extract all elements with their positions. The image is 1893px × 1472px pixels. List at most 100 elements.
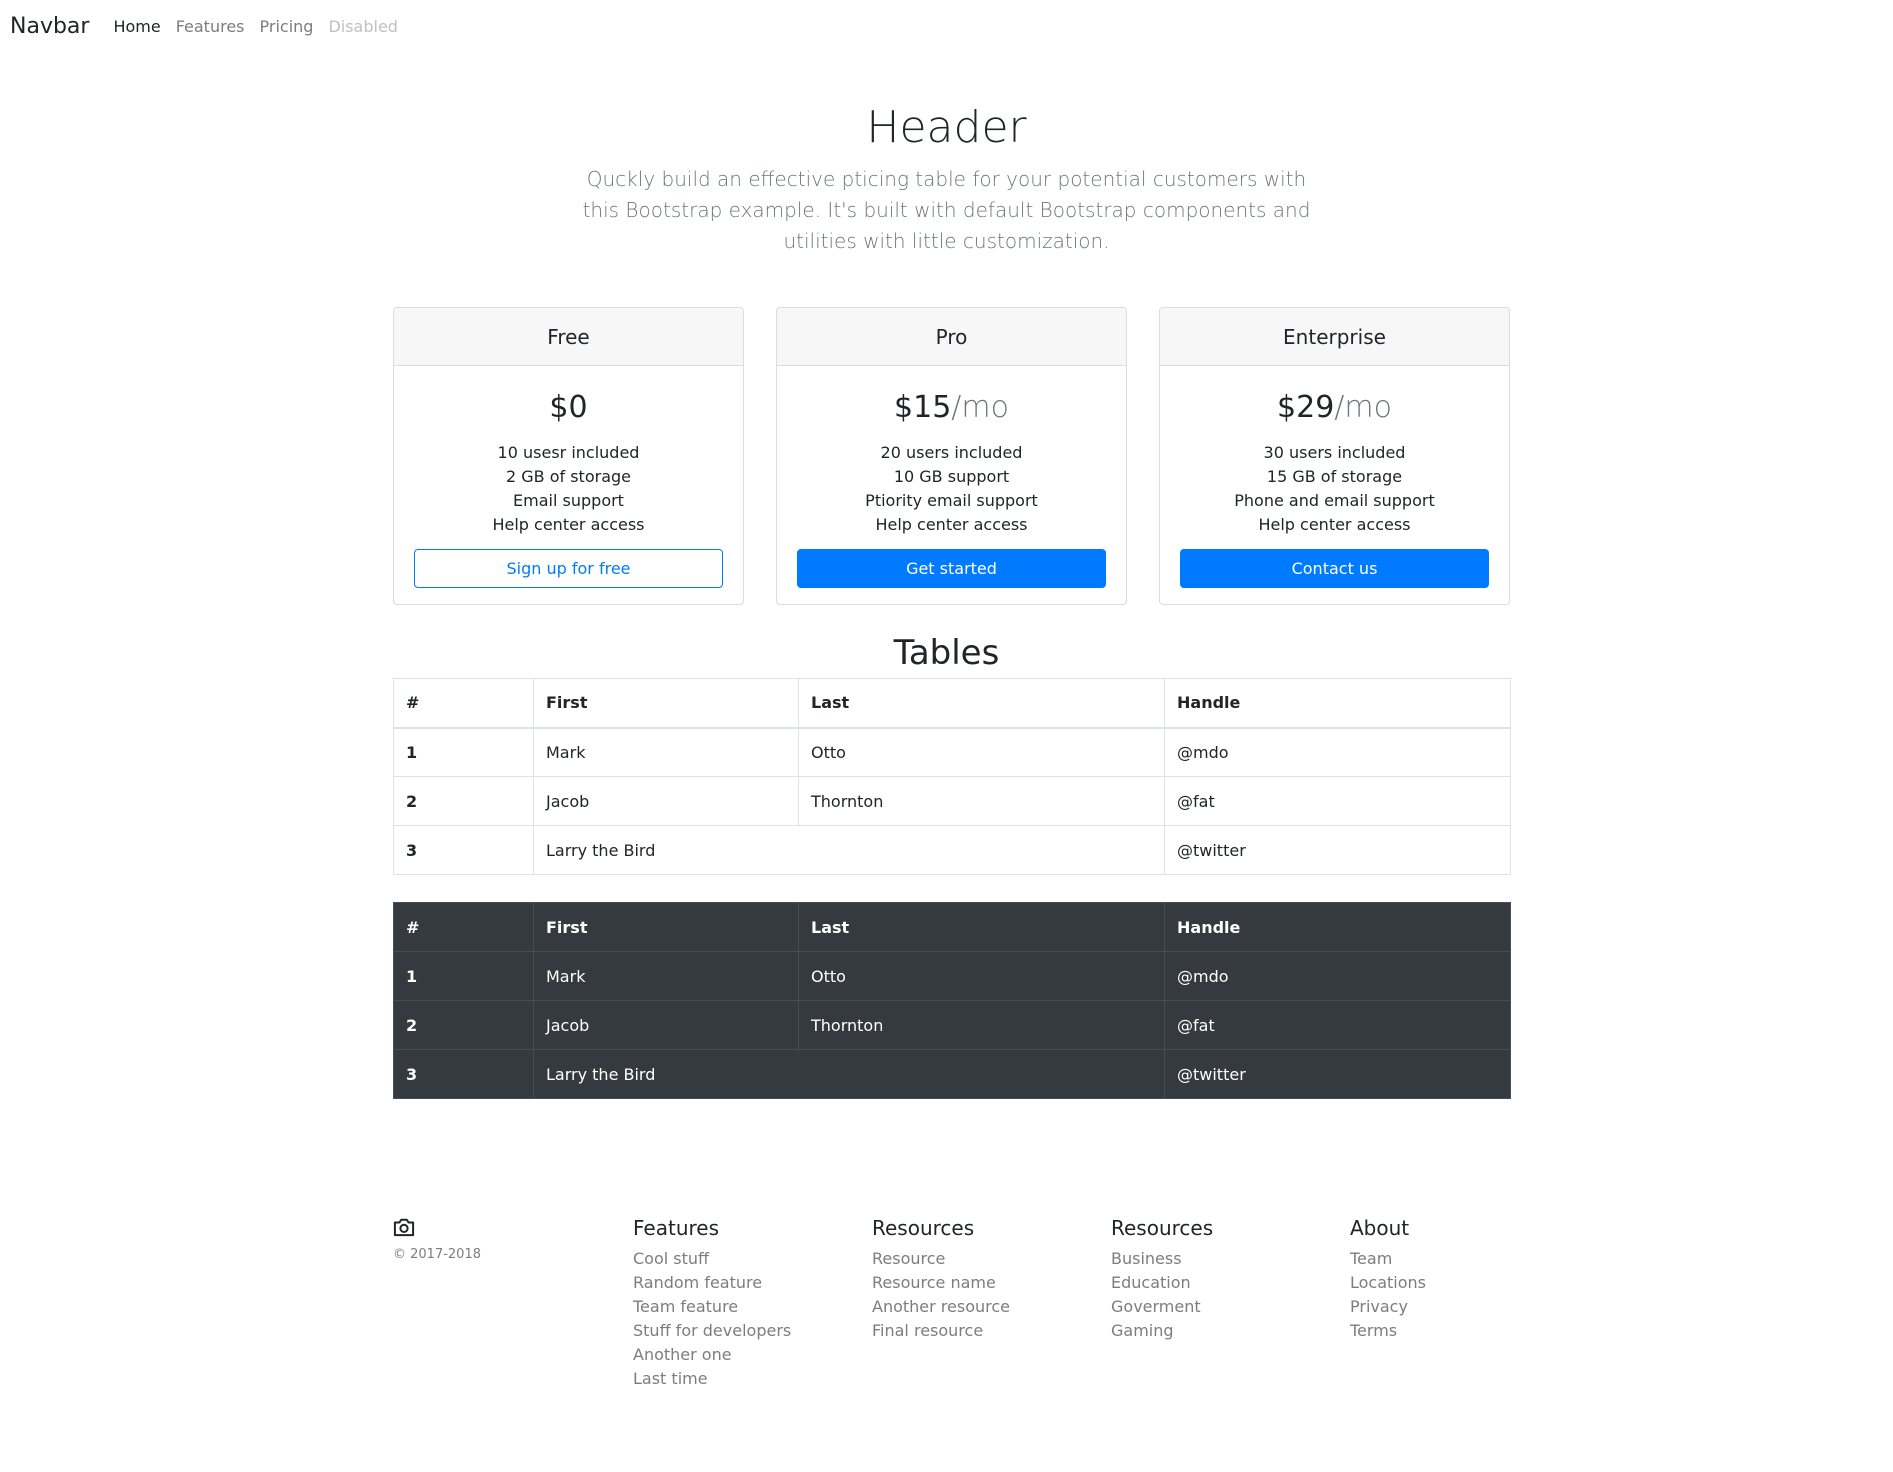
cell-last: Thornton xyxy=(798,776,1165,826)
nav-link-features[interactable]: Features xyxy=(176,17,245,36)
footer-link[interactable]: Resource name xyxy=(872,1273,996,1292)
footer-link[interactable]: Privacy xyxy=(1350,1297,1408,1316)
footer-link[interactable]: Goverment xyxy=(1111,1297,1201,1316)
footer-column-features: Features Cool stuff Random feature Team … xyxy=(633,1215,791,1391)
hero: Header Quckly build an effective pticing… xyxy=(0,98,1893,257)
column-header: Handle xyxy=(1164,902,1511,952)
footer-brand: © 2017-2018 xyxy=(393,1217,481,1262)
footer-link[interactable]: Resource xyxy=(872,1249,945,1268)
hero-lead: Quckly build an effective pticing table … xyxy=(582,167,1311,253)
cell-last: Otto xyxy=(798,951,1165,1001)
cell-handle: @fat xyxy=(1164,776,1511,826)
cell-first: Mark xyxy=(533,951,799,1001)
contact-us-button[interactable]: Contact us xyxy=(1180,549,1489,588)
footer-link[interactable]: Business xyxy=(1111,1249,1182,1268)
cell-handle: @twitter xyxy=(1164,825,1511,875)
column-header: First xyxy=(533,902,799,952)
footer-column-title: Features xyxy=(633,1216,719,1240)
footer-link[interactable]: Education xyxy=(1111,1273,1191,1292)
footer-column-about: About Team Locations Privacy Terms xyxy=(1350,1215,1426,1343)
column-header: Last xyxy=(798,902,1165,952)
row-number: 2 xyxy=(393,776,534,826)
card-title: Enterprise xyxy=(1160,308,1509,366)
table-header-row: # First Last Handle xyxy=(393,678,1511,729)
row-number: 1 xyxy=(393,951,534,1001)
card-price: $15/mo xyxy=(797,388,1106,428)
page-title: Header xyxy=(866,102,1027,153)
cell-last: Thornton xyxy=(798,1000,1165,1050)
feature-item: 20 users included xyxy=(880,443,1023,462)
feature-item: Help center access xyxy=(1258,515,1411,534)
feature-list: 20 users included 10 GB support Ptiority… xyxy=(797,441,1106,537)
price-amount: $15 xyxy=(894,390,952,425)
navbar-brand[interactable]: Navbar xyxy=(10,14,89,39)
cell-handle: @twitter xyxy=(1164,1049,1511,1099)
row-number: 1 xyxy=(393,727,534,777)
feature-item: Phone and email support xyxy=(1234,491,1435,510)
pricing-card-enterprise: Enterprise $29/mo 30 users included 15 G… xyxy=(1159,307,1510,605)
nav-link-disabled: Disabled xyxy=(328,16,398,36)
footer-link[interactable]: Random feature xyxy=(633,1273,762,1292)
table-row: 1 Mark Otto @mdo xyxy=(393,727,1511,777)
cell-first: Mark xyxy=(533,727,799,777)
table-row: 3 Larry the Bird @twitter xyxy=(393,1049,1511,1099)
get-started-button[interactable]: Get started xyxy=(797,549,1106,588)
column-header: First xyxy=(533,678,799,729)
feature-item: Help center access xyxy=(492,515,645,534)
card-title: Free xyxy=(394,308,743,366)
feature-list: 30 users included 15 GB of storage Phone… xyxy=(1180,441,1489,537)
pricing-card-pro: Pro $15/mo 20 users included 10 GB suppo… xyxy=(776,307,1127,605)
footer-link[interactable]: Locations xyxy=(1350,1273,1426,1292)
card-price: $29/mo xyxy=(1180,388,1489,428)
footer-link[interactable]: Team feature xyxy=(633,1297,738,1316)
footer-link[interactable]: Final resource xyxy=(872,1321,983,1340)
cell-handle: @mdo xyxy=(1164,951,1511,1001)
cell-first: Jacob xyxy=(533,1000,799,1050)
column-header: # xyxy=(393,678,534,729)
pricing-card-free: Free $0 10 usesr included 2 GB of storag… xyxy=(393,307,744,605)
footer-column-title: About xyxy=(1350,1216,1410,1240)
row-number: 2 xyxy=(393,1000,534,1050)
footer-link[interactable]: Team xyxy=(1350,1249,1392,1268)
feature-item: Help center access xyxy=(875,515,1028,534)
feature-item: 30 users included xyxy=(1263,443,1406,462)
price-period: /mo xyxy=(1334,390,1392,425)
footer-link[interactable]: Stuff for developers xyxy=(633,1321,791,1340)
footer-column-resources-2: Resources Business Education Goverment G… xyxy=(1111,1215,1213,1343)
light-table: # First Last Handle 1 Mark Otto @mdo 2 J… xyxy=(393,678,1511,875)
sign-up-button[interactable]: Sign up for free xyxy=(414,549,723,588)
table-row: 2 Jacob Thornton @fat xyxy=(393,1000,1511,1050)
nav-link-home[interactable]: Home xyxy=(113,17,160,36)
feature-item: 15 GB of storage xyxy=(1266,467,1403,486)
cell-first: Larry the Bird xyxy=(533,825,1165,875)
feature-item: Email support xyxy=(513,491,624,510)
footer-link[interactable]: Another one xyxy=(633,1345,732,1364)
navbar: Navbar Home Features Pricing Disabled xyxy=(10,0,413,52)
column-header: Last xyxy=(798,678,1165,729)
cell-first: Larry the Bird xyxy=(533,1049,1165,1099)
row-number: 3 xyxy=(393,825,534,875)
feature-item: Ptiority email support xyxy=(865,491,1038,510)
nav-link-pricing[interactable]: Pricing xyxy=(260,17,314,36)
camera-icon xyxy=(393,1218,415,1241)
table-row: 1 Mark Otto @mdo xyxy=(393,951,1511,1001)
column-header: # xyxy=(393,902,534,952)
dark-table: # First Last Handle 1 Mark Otto @mdo 2 J… xyxy=(393,902,1511,1099)
feature-item: 10 GB support xyxy=(893,467,1010,486)
card-title: Pro xyxy=(777,308,1126,366)
footer-column-title: Resources xyxy=(872,1216,975,1240)
footer-link[interactable]: Terms xyxy=(1350,1321,1397,1340)
row-number: 3 xyxy=(393,1049,534,1099)
card-price: $0 xyxy=(414,388,723,428)
cell-handle: @fat xyxy=(1164,1000,1511,1050)
footer-link[interactable]: Last time xyxy=(633,1369,708,1388)
footer-link[interactable]: Gaming xyxy=(1111,1321,1174,1340)
cell-first: Jacob xyxy=(533,776,799,826)
copyright-text: © 2017-2018 xyxy=(393,1247,481,1262)
cell-handle: @mdo xyxy=(1164,727,1511,777)
footer-link[interactable]: Another resource xyxy=(872,1297,1010,1316)
feature-list: 10 usesr included 2 GB of storage Email … xyxy=(414,441,723,537)
footer-column-title: Resources xyxy=(1111,1216,1214,1240)
footer-link[interactable]: Cool stuff xyxy=(633,1249,709,1268)
column-header: Handle xyxy=(1164,678,1511,729)
